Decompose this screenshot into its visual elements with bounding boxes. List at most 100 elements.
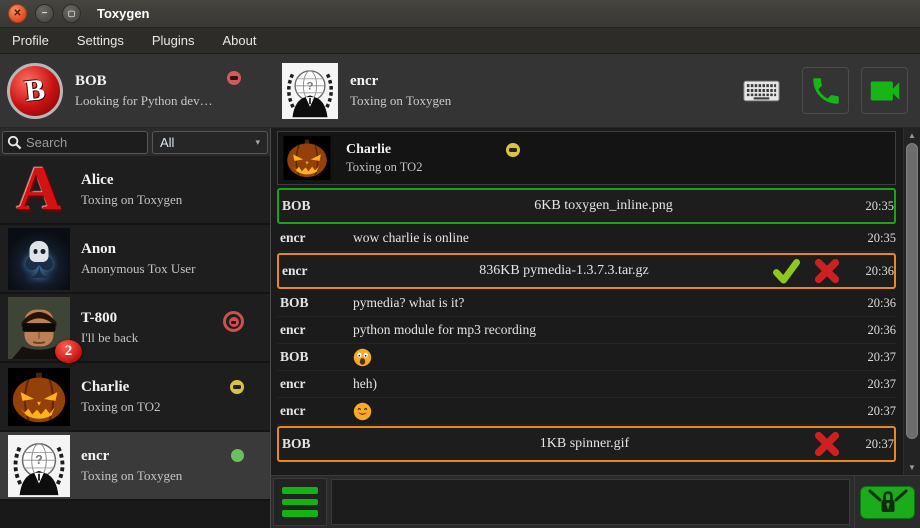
- accept-file-button[interactable]: [773, 258, 800, 285]
- message-row: encr heh) 20:37: [277, 371, 896, 398]
- file-transfer-row: BOB 1KB spinner.gif 20:37: [277, 426, 896, 462]
- cancel-file-button[interactable]: [814, 431, 840, 457]
- file-name: 1KB spinner.gif: [355, 436, 814, 452]
- pumpkin-avatar: [8, 366, 70, 428]
- messages-scrollbar: ▲ ▼: [903, 128, 920, 475]
- avatar: ?: [8, 435, 70, 497]
- video-camera-icon: [866, 72, 904, 110]
- message-row: encr python module for mp3 recording 20:…: [277, 317, 896, 344]
- avatar: ♠: [8, 228, 70, 290]
- self-profile[interactable]: B BOB Looking for Python dev…: [0, 54, 270, 127]
- filter-value: All: [160, 135, 255, 150]
- contact-status-message: I'll be back: [81, 330, 138, 346]
- busy-status-icon: [227, 71, 241, 85]
- header: B BOB Looking for Python dev… ?: [0, 54, 920, 128]
- contact-list: A Alice Toxing on Toxygen ♠: [0, 156, 270, 528]
- file-transfer-row: encr 836KB pymedia-1.3.7.3.tar.gz: [277, 253, 896, 289]
- scrollbar-thumb[interactable]: [906, 143, 918, 439]
- screen-keyboard-icon[interactable]: [743, 80, 780, 107]
- avatar: 2: [8, 297, 70, 359]
- menu-profile[interactable]: Profile: [12, 33, 49, 48]
- peer-avatar: ?: [282, 63, 338, 119]
- svg-text:?: ?: [35, 453, 43, 467]
- inline-image-contact-name: Charlie: [346, 142, 422, 158]
- skull-icon: [30, 241, 49, 262]
- scroll-up-button[interactable]: ▲: [904, 128, 920, 143]
- message-row: encr 20:37: [277, 398, 896, 425]
- scroll-down-button[interactable]: ▼: [904, 460, 920, 475]
- chevron-down-icon: ▾: [255, 137, 260, 148]
- message-row: BOB 20:37: [277, 344, 896, 371]
- avatar: [8, 366, 70, 428]
- maximize-button[interactable]: ▢: [62, 4, 81, 23]
- send-message-button[interactable]: [860, 486, 915, 519]
- contact-name: Alice: [81, 172, 182, 189]
- minimize-button[interactable]: −: [35, 4, 54, 23]
- titlebar: ✕ − ▢ Toxygen: [0, 0, 920, 28]
- contact-item-encr[interactable]: ? encr Toxing on Toxygen: [0, 432, 270, 501]
- contact-item-anon[interactable]: ♠ Anon Anonymous Tox User: [0, 225, 270, 294]
- anonymous-mask-icon: ?: [8, 435, 70, 497]
- self-name: BOB: [75, 73, 213, 90]
- inline-image-preview: Charlie Toxing on TO2: [277, 131, 896, 185]
- away-status-icon: [230, 380, 244, 394]
- anonymous-mask-icon: ?: [282, 63, 338, 119]
- chat-panel: Charlie Toxing on TO2 BOB 6KB toxygen_in…: [270, 128, 920, 528]
- inline-image-status-message: Toxing on TO2: [346, 160, 422, 175]
- file-transfer-row: BOB 6KB toxygen_inline.png 20:35: [277, 188, 896, 224]
- away-status-icon: [506, 143, 520, 157]
- contact-sidebar: All ▾ A Alice Toxing on Toxygen: [0, 128, 270, 528]
- actions-menu-button[interactable]: [273, 478, 327, 526]
- contact-item-charlie[interactable]: Charlie Toxing on TO2: [0, 363, 270, 432]
- menu-about[interactable]: About: [222, 33, 256, 48]
- contact-name: Anon: [81, 241, 195, 258]
- menu-settings[interactable]: Settings: [77, 33, 124, 48]
- unread-count-badge: 2: [55, 340, 82, 363]
- file-name: 6KB toxygen_inline.png: [355, 198, 852, 214]
- composer: [271, 476, 920, 528]
- message-input[interactable]: [331, 479, 850, 525]
- search-box: [2, 131, 148, 154]
- video-call-button[interactable]: [861, 67, 908, 114]
- cross-icon: [814, 258, 840, 284]
- self-status-message: Looking for Python dev…: [75, 93, 213, 109]
- message-row: BOB pymedia? what is it? 20:36: [277, 290, 896, 317]
- contact-name: T-800: [81, 310, 138, 327]
- message-list: Charlie Toxing on TO2 BOB 6KB toxygen_in…: [271, 128, 920, 476]
- smiling-face-emoji: [353, 402, 372, 421]
- contact-item-alice[interactable]: A Alice Toxing on Toxygen: [0, 156, 270, 225]
- peer-status-message: Toxing on Toxygen: [350, 93, 451, 109]
- audio-call-button[interactable]: [802, 67, 849, 114]
- file-name: 836KB pymedia-1.3.7.3.tar.gz: [355, 263, 773, 279]
- search-icon: [7, 135, 22, 150]
- menu-plugins[interactable]: Plugins: [152, 33, 195, 48]
- pumpkin-avatar: [283, 136, 331, 180]
- contact-status-message: Toxing on Toxygen: [81, 468, 182, 484]
- search-input[interactable]: [26, 135, 147, 150]
- online-status-icon: [231, 449, 244, 462]
- peer-name: encr: [350, 73, 451, 90]
- contact-filter-dropdown[interactable]: All ▾: [152, 131, 268, 154]
- phone-icon: [809, 74, 843, 108]
- decline-file-button[interactable]: [814, 258, 840, 284]
- contact-status-message: Toxing on Toxygen: [81, 192, 182, 208]
- contact-status-message: Anonymous Tox User: [81, 261, 195, 277]
- scared-face-emoji: [353, 348, 372, 367]
- contact-item-t800[interactable]: 2 T-800 I'll be back: [0, 294, 270, 363]
- check-icon: [773, 258, 800, 285]
- message-row: encr wow charlie is online 20:35: [277, 225, 896, 252]
- encrypted-send-lock-icon: [866, 487, 910, 517]
- svg-text:?: ?: [307, 80, 314, 92]
- menubar: Profile Settings Plugins About: [0, 28, 920, 54]
- toxygen-window: ✕ − ▢ Toxygen Profile Settings Plugins A…: [0, 0, 920, 528]
- busy-new-message-status-icon: [223, 311, 244, 332]
- avatar: A: [8, 159, 70, 221]
- contact-name: Charlie: [81, 379, 161, 396]
- contact-name: encr: [81, 448, 182, 465]
- contact-status-message: Toxing on TO2: [81, 399, 161, 415]
- conversation-header: ? encr Toxing on Toxygen: [270, 54, 920, 127]
- close-button[interactable]: ✕: [8, 4, 27, 23]
- cross-icon: [814, 431, 840, 457]
- window-title: Toxygen: [97, 6, 150, 21]
- self-avatar: B: [7, 63, 63, 119]
